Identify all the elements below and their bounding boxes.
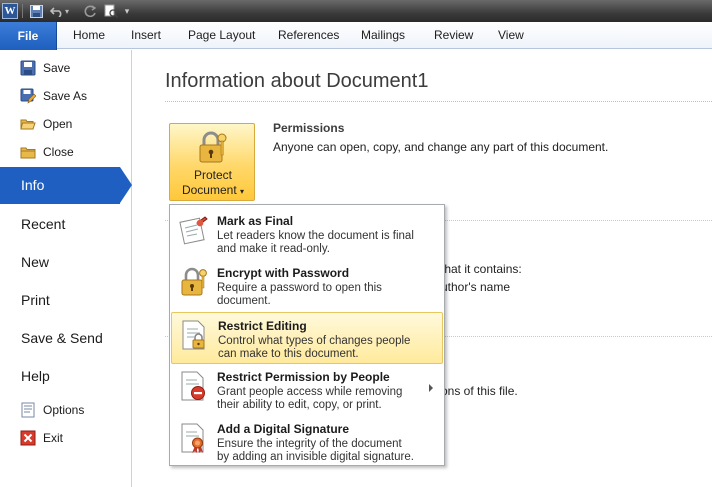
title-bar: W ▾ ▾	[0, 0, 712, 22]
menu-item-restrict-editing[interactable]: Restrict Editing Control what types of c…	[171, 312, 443, 364]
menu-item-encrypt-with-password[interactable]: Encrypt with Password Require a password…	[171, 260, 443, 312]
menu-item-description: can make to this document.	[218, 348, 359, 360]
nav-new-label: New	[21, 254, 50, 270]
protect-document-menu: Mark as Final Let readers know the docum…	[169, 204, 445, 466]
tab-insert[interactable]: Insert	[131, 28, 161, 42]
menu-item-description: by adding an invisible digital signature…	[217, 451, 414, 463]
save-as-icon	[20, 88, 37, 104]
menu-item-title: Mark as Final	[217, 214, 294, 228]
menu-item-mark-as-final[interactable]: Mark as Final Let readers know the docum…	[171, 208, 443, 260]
nav-info[interactable]: Info	[0, 167, 120, 204]
nav-exit[interactable]: Exit	[0, 424, 132, 452]
tab-page-layout[interactable]: Page Layout	[188, 28, 255, 42]
restrict-permission-icon	[177, 370, 209, 402]
mark-as-final-icon	[177, 214, 209, 246]
obscured-text: that it contains:	[441, 262, 522, 276]
menu-item-description: Let readers know the document is final	[217, 230, 414, 242]
permissions-heading: Permissions	[273, 121, 345, 135]
nav-open-label: Open	[43, 117, 73, 131]
menu-item-title: Encrypt with Password	[217, 266, 350, 280]
menu-item-title: Restrict Editing	[218, 319, 307, 333]
tab-view[interactable]: View	[498, 28, 524, 42]
word-logo-icon[interactable]: W	[2, 3, 18, 19]
tab-file[interactable]: File	[0, 22, 57, 50]
nav-close-label: Close	[43, 145, 74, 159]
lock-key-icon	[199, 131, 227, 163]
print-preview-icon[interactable]	[103, 3, 119, 19]
save-icon[interactable]	[28, 3, 44, 19]
nav-options-label: Options	[43, 403, 85, 417]
nav-save-as-label: Save As	[43, 89, 88, 103]
nav-info-pointer	[120, 167, 132, 203]
nav-exit-label: Exit	[43, 431, 64, 445]
permissions-description: Anyone can open, copy, and change any pa…	[273, 140, 609, 154]
close-folder-icon	[20, 144, 36, 160]
nav-new[interactable]: New	[0, 243, 132, 281]
save-icon	[20, 60, 36, 76]
digital-signature-icon	[177, 422, 209, 454]
nav-help[interactable]: Help	[0, 357, 132, 395]
protect-document-button[interactable]: Protect Document ▾	[169, 123, 255, 201]
dropdown-arrow-icon: ▾	[240, 187, 245, 196]
nav-close[interactable]: Close	[0, 138, 132, 166]
protect-button-label-line1: Protect	[193, 168, 232, 182]
qat-separator	[22, 4, 23, 18]
nav-options[interactable]: Options	[0, 396, 132, 424]
nav-save-send[interactable]: Save & Send	[0, 319, 132, 357]
menu-item-title: Restrict Permission by People	[217, 370, 390, 384]
obscured-text: ons of this file.	[441, 384, 518, 398]
protect-button-label-text: Document	[181, 183, 237, 197]
menu-item-description: their ability to edit, copy, or print.	[217, 399, 382, 411]
undo-dropdown-icon[interactable]: ▾	[63, 3, 71, 19]
protect-button-label-line2: Document ▾	[170, 183, 256, 197]
menu-item-description: Ensure the integrity of the document	[217, 438, 402, 450]
open-folder-icon	[20, 116, 36, 132]
nav-recent-label: Recent	[21, 216, 66, 232]
restrict-editing-icon	[178, 319, 210, 351]
tab-review[interactable]: Review	[434, 28, 473, 42]
menu-item-description: document.	[217, 295, 271, 307]
options-icon	[20, 402, 36, 418]
nav-save-label: Save	[43, 61, 71, 75]
nav-save[interactable]: Save	[0, 54, 132, 82]
nav-recent[interactable]: Recent	[0, 205, 132, 243]
redo-icon[interactable]	[82, 3, 98, 19]
backstage-nav: Save Save As Open Close Recent New Print…	[0, 50, 132, 487]
nav-info-label: Info	[21, 177, 45, 193]
exit-icon	[20, 430, 36, 446]
nav-print[interactable]: Print	[0, 281, 132, 319]
menu-item-description: Require a password to open this	[217, 282, 382, 294]
nav-help-label: Help	[21, 368, 50, 384]
menu-item-title: Add a Digital Signature	[217, 422, 350, 436]
page-title: Information about Document1	[165, 70, 429, 92]
ribbon-tab-row	[0, 22, 712, 49]
obscured-text: uthor's name	[441, 280, 510, 294]
menu-item-description: and make it read-only.	[217, 243, 330, 255]
nav-save-as[interactable]: Save As	[0, 82, 132, 110]
tab-references[interactable]: References	[278, 28, 339, 42]
title-divider	[165, 101, 712, 102]
tab-home[interactable]: Home	[73, 28, 105, 42]
nav-open[interactable]: Open	[0, 110, 132, 138]
lock-key-icon	[177, 266, 209, 298]
menu-item-restrict-permission-by-people[interactable]: Restrict Permission by People Grant peop…	[171, 364, 443, 416]
nav-save-send-label: Save & Send	[21, 330, 103, 346]
menu-item-description: Grant people access while removing	[217, 386, 403, 398]
submenu-arrow-icon	[429, 384, 433, 392]
tab-mailings[interactable]: Mailings	[361, 28, 405, 42]
menu-item-add-digital-signature[interactable]: Add a Digital Signature Ensure the integ…	[171, 416, 443, 468]
customize-qat-icon[interactable]: ▾	[121, 3, 133, 19]
menu-item-description: Control what types of changes people	[218, 335, 411, 347]
nav-print-label: Print	[21, 292, 50, 308]
